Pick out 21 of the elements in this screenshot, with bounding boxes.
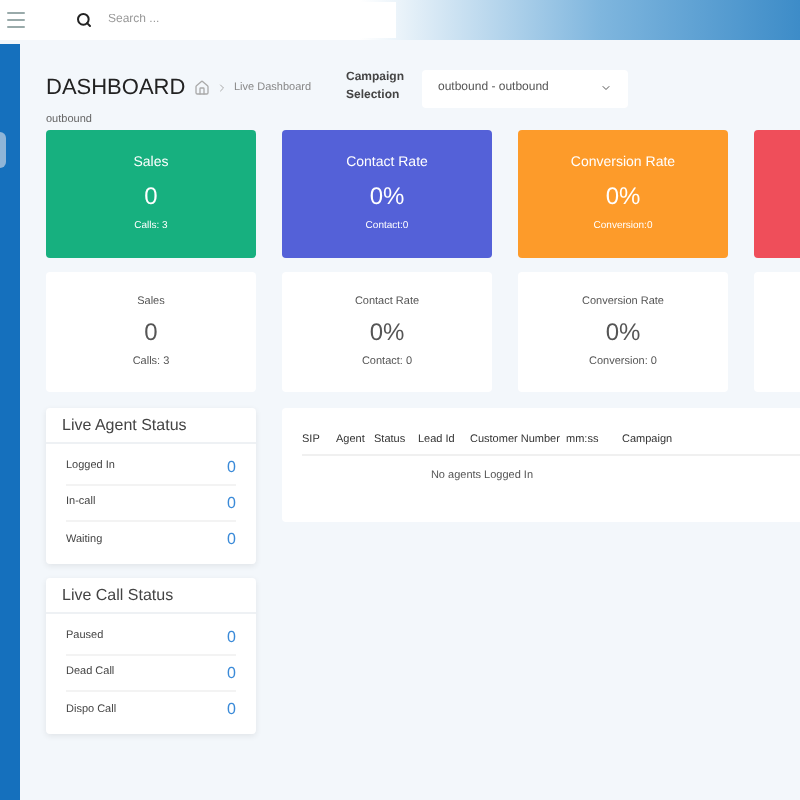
menu-icon[interactable] — [4, 8, 28, 32]
panel-title: Live Call Status — [46, 578, 256, 614]
sidebar-item[interactable] — [0, 132, 6, 168]
status-count: 0 — [227, 625, 236, 649]
summary-value: 0% — [605, 316, 641, 350]
status-count: 0 — [227, 661, 236, 685]
chevron-icon — [216, 82, 228, 94]
status-count: 0 — [227, 491, 236, 515]
stat-value: 0% — [605, 180, 641, 214]
home-icon[interactable] — [194, 80, 210, 96]
summary-value: 0% — [369, 316, 405, 350]
summary-value: 0 — [144, 316, 158, 350]
panel-title: Live Agent Status — [46, 408, 256, 444]
status-count: 0 — [227, 455, 236, 479]
status-count: 0 — [227, 528, 236, 552]
search-icon — [76, 12, 92, 28]
page-title: DASHBOARD — [46, 73, 188, 104]
chevron-icon — [600, 82, 612, 94]
stat-value: 0 — [144, 180, 158, 214]
status-count: 0 — [227, 698, 236, 722]
stat-value: 0% — [369, 180, 405, 214]
